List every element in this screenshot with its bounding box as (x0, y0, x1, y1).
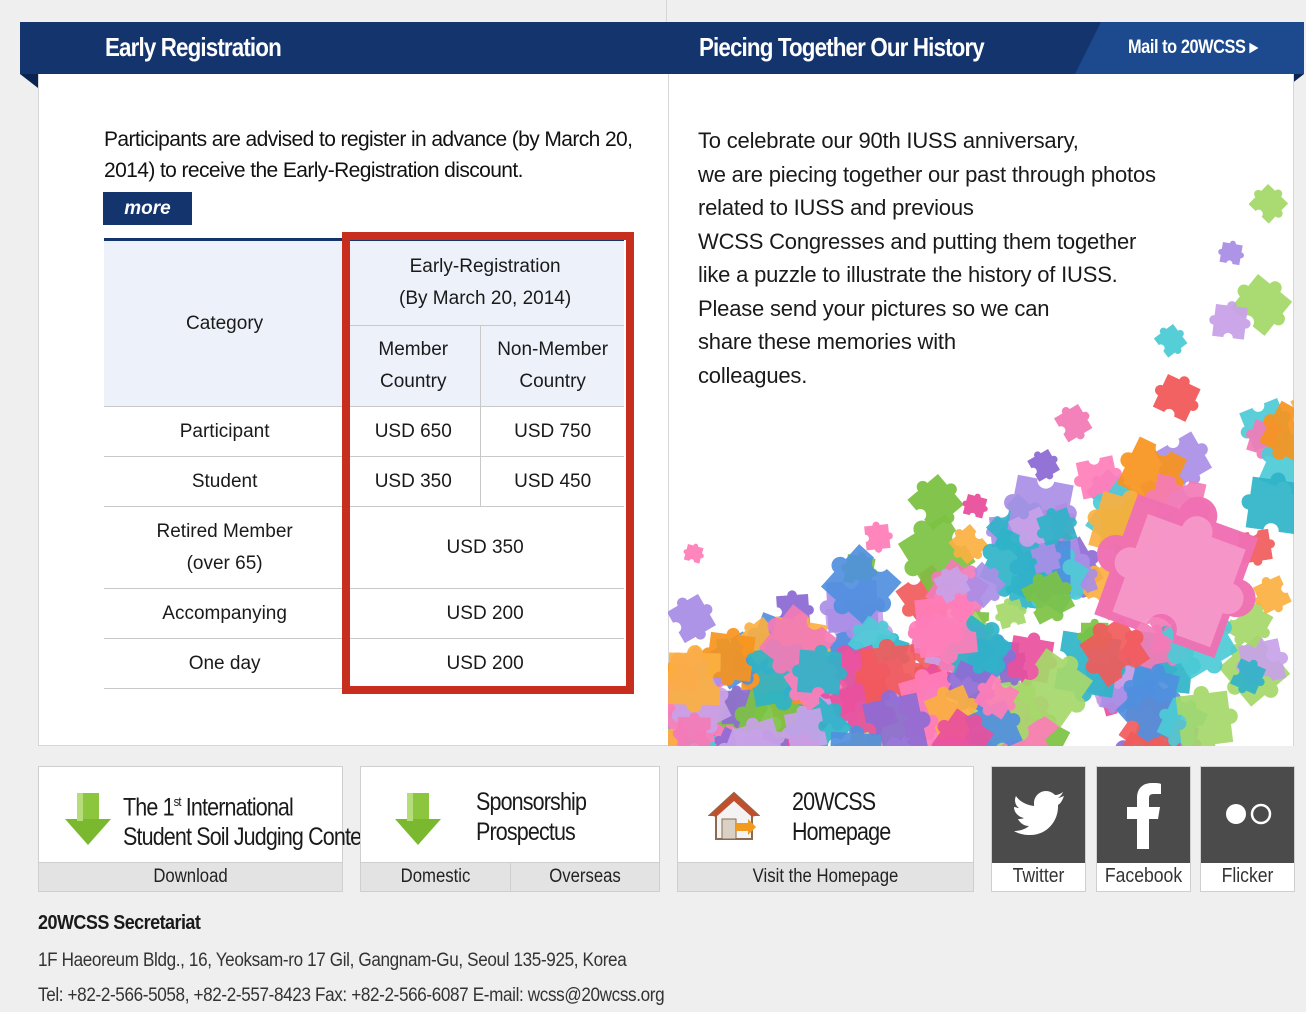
puzzle-piece (959, 490, 991, 520)
twitter-button[interactable]: Twitter (991, 766, 1086, 892)
early-registration-group-header: Early-Registration (By March 20, 2014) (345, 238, 624, 326)
puzzle-piece (681, 541, 707, 565)
flickr-icon (1226, 803, 1272, 825)
table-row: Accompanying USD 200 (104, 588, 624, 639)
history-line: colleagues. (698, 362, 808, 388)
link-divider (510, 863, 511, 891)
facebook-button[interactable]: Facebook (1096, 766, 1191, 892)
history-line: like a puzzle to illustrate the history … (698, 262, 1118, 287)
history-line: share these memories with (698, 329, 956, 354)
contest-tile: The 1st International Student Soil Judgin… (38, 766, 377, 892)
homepage-title: 20WCSS Homepage (792, 788, 891, 846)
secretariat-title: 20WCSS Secretariat (38, 912, 201, 934)
more-button[interactable]: more (103, 192, 192, 225)
fee-cell: USD 350 (345, 506, 624, 589)
table-row: Participant USD 650 USD 750 (104, 406, 624, 457)
category-header: Category (104, 238, 346, 407)
history-text: To celebrate our 90th IUSS anniversary, … (698, 124, 1258, 392)
early-registration-heading: Early Registration (105, 32, 282, 62)
category-cell: Retired Member (over 65) (104, 506, 346, 589)
fee-table: Category Early-Registration (By March 20,… (104, 238, 624, 689)
category-cell: Accompanying (104, 588, 346, 639)
non-member-fee-cell: USD 450 (480, 456, 624, 507)
table-row: Student USD 350 USD 450 (104, 456, 624, 507)
flickr-button[interactable]: Flicker (1200, 766, 1295, 892)
sponsorship-domestic-link[interactable]: Domestic (370, 863, 501, 891)
category-cell: Participant (104, 406, 346, 457)
category-cell: One day (104, 638, 346, 689)
contest-download-link[interactable]: Download (57, 863, 324, 891)
history-line: To celebrate our 90th IUSS anniversary, (698, 128, 1079, 153)
non-member-fee-cell: USD 750 (480, 406, 624, 457)
table-row: Retired Member (over 65) USD 350 (104, 506, 624, 589)
flickr-icon-box (1201, 767, 1294, 863)
twitter-icon-box (992, 767, 1085, 863)
contest-title: The 1st International Student Soil Judgin… (123, 793, 377, 852)
registration-intro: Participants are advised to register in … (104, 128, 633, 182)
sponsorship-title: Sponsorship Prospectus (476, 788, 587, 846)
home-icon (708, 791, 760, 840)
top-divider (666, 0, 667, 22)
history-heading: Piecing Together Our History (699, 32, 985, 62)
fee-cell: USD 200 (345, 638, 624, 689)
twitter-label: Twitter (1012, 865, 1065, 887)
puzzle-piece (863, 520, 895, 554)
category-cell: Student (104, 456, 346, 507)
history-line: we are piecing together our past through… (698, 161, 1156, 187)
twitter-icon (1014, 791, 1064, 835)
history-line: Please send your pictures so we can (698, 295, 1050, 321)
sponsorship-overseas-link[interactable]: Overseas (520, 863, 650, 891)
member-fee-cell: USD 350 (345, 456, 481, 507)
tile-footer: Domestic Overseas (361, 862, 659, 891)
history-line: WCSS Congresses and putting them togethe… (698, 228, 1137, 254)
secretariat-address: 1F Haeoreum Bldg., 16, Yeoksam-ro 17 Gil… (38, 950, 627, 971)
member-country-header: Member Country (345, 325, 481, 407)
mail-to-20wcss-link[interactable]: Mail to 20WCSS ▸ (1128, 22, 1258, 74)
facebook-icon-box (1097, 767, 1190, 863)
facebook-icon (1127, 783, 1161, 849)
table-row: One day USD 200 (104, 638, 624, 689)
flickr-label: Flicker (1221, 865, 1274, 887)
non-member-country-header: Non-Member Country (480, 325, 624, 407)
tile-footer: Download (39, 862, 342, 891)
download-arrow-icon (395, 793, 441, 845)
secretariat-contact: Tel: +82-2-566-5058, +82-2-557-8423 Fax:… (38, 985, 665, 1006)
facebook-label: Facebook (1104, 865, 1183, 887)
visit-homepage-link[interactable]: Visit the Homepage (696, 863, 956, 891)
tile-footer: Visit the Homepage (678, 862, 973, 891)
homepage-tile: 20WCSS Homepage Visit the Homepage (677, 766, 974, 892)
download-arrow-icon (65, 793, 111, 845)
band-fold-left (20, 74, 38, 88)
puzzle-piece (1051, 398, 1099, 447)
member-fee-cell: USD 650 (345, 406, 481, 457)
sponsorship-tile: Sponsorship Prospectus Domestic Overseas (360, 766, 660, 892)
history-line: related to IUSS and previous (698, 195, 974, 220)
fee-cell: USD 200 (345, 588, 624, 639)
